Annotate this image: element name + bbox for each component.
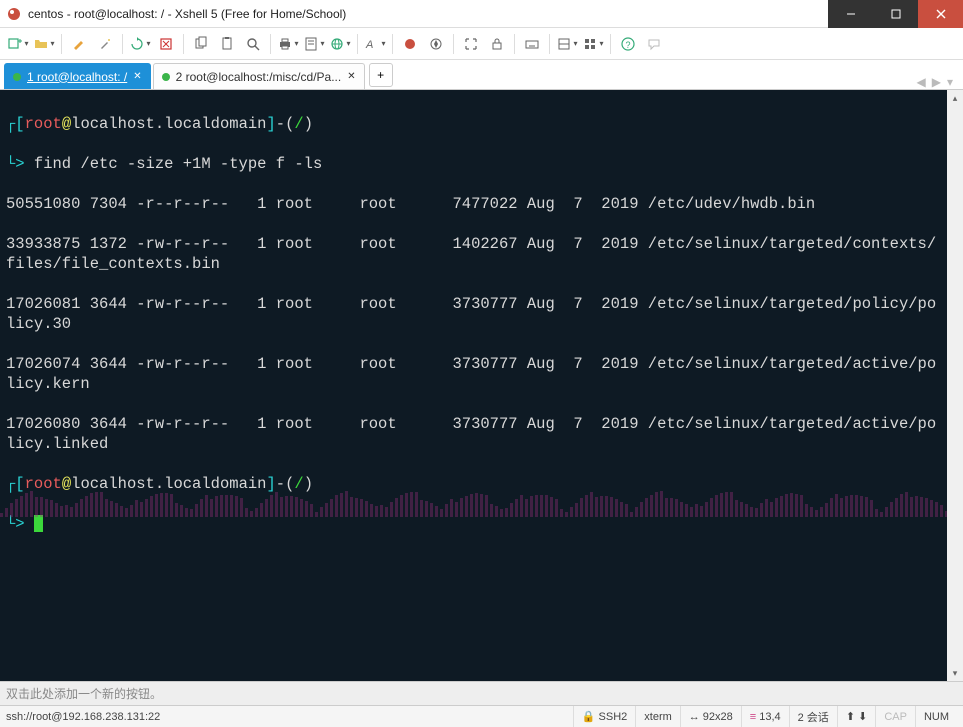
tab-list-icon[interactable]: ▾ [947, 75, 953, 89]
scroll-track[interactable] [947, 106, 963, 665]
output-line: 33933875 1372 -rw-r--r-- 1 root root 140… [6, 234, 941, 274]
lock-button[interactable] [485, 32, 509, 56]
tab-next-icon[interactable]: ▶ [932, 75, 941, 89]
scroll-down-icon[interactable]: ▾ [947, 665, 963, 681]
connection-string: ssh://root@192.168.238.131:22 [6, 711, 160, 723]
prompt-bracket: ] [266, 475, 275, 493]
status-num: NUM [915, 706, 957, 727]
close-button[interactable] [918, 0, 963, 28]
separator [453, 34, 454, 54]
output-line: 17026081 3644 -rw-r--r-- 1 root root 373… [6, 294, 941, 334]
separator [357, 34, 358, 54]
keyboard-button[interactable] [520, 32, 544, 56]
status-dot-icon [13, 73, 21, 81]
quick-button-hint: 双击此处添加一个新的按钮。 [6, 685, 162, 702]
tab-close-icon[interactable]: ✕ [347, 71, 355, 82]
prompt-user: root [25, 115, 62, 133]
separator [183, 34, 184, 54]
prompt-close: ) [304, 475, 313, 493]
window-title: centos - root@localhost: / - Xshell 5 (F… [28, 7, 828, 21]
prompt-at: @ [62, 115, 71, 133]
compass-button[interactable] [424, 32, 448, 56]
main-toolbar: A ? [0, 28, 963, 60]
layout1-button[interactable] [555, 32, 579, 56]
session-tabbar: 1 root@localhost: / ✕ 2 root@localhost:/… [0, 60, 963, 90]
status-proto: 🔒SSH2 [573, 706, 635, 727]
tab-session-2[interactable]: 2 root@localhost:/misc/cd/Pa... ✕ [153, 63, 365, 89]
tab-session-1[interactable]: 1 root@localhost: / ✕ [4, 63, 151, 89]
prompt-dash: -( [276, 115, 295, 133]
svg-text:?: ? [626, 40, 631, 50]
font-button[interactable]: A [363, 32, 387, 56]
open-button[interactable] [32, 32, 56, 56]
status-caps: CAP [875, 706, 915, 727]
status-pos: ≡ 13,4 [741, 706, 789, 727]
tab-label: 2 root@localhost:/misc/cd/Pa... [176, 70, 342, 84]
separator [61, 34, 62, 54]
disconnect-button[interactable] [154, 32, 178, 56]
prompt-user: root [25, 475, 62, 493]
tab-close-icon[interactable]: ✕ [133, 71, 141, 82]
globe-button[interactable] [328, 32, 352, 56]
properties-button[interactable] [302, 32, 326, 56]
prompt-path: / [294, 475, 303, 493]
status-bar: ssh://root@192.168.238.131:22 🔒SSH2 xter… [0, 705, 963, 727]
print-button[interactable] [276, 32, 300, 56]
paste-button[interactable] [215, 32, 239, 56]
tab-nav: ◀ ▶ ▾ [917, 75, 960, 89]
separator [270, 34, 271, 54]
prompt-host: localhost.localdomain [71, 115, 266, 133]
color-button[interactable] [398, 32, 422, 56]
prompt-caret: └> [6, 515, 34, 533]
prompt-path: / [294, 115, 303, 133]
separator [392, 34, 393, 54]
highlight-button[interactable] [67, 32, 91, 56]
wand-button[interactable] [93, 32, 117, 56]
quick-button-bar[interactable]: 双击此处添加一个新的按钮。 [0, 681, 963, 705]
prompt-bracket: ┌[ [6, 115, 25, 133]
status-term: xterm [635, 706, 680, 727]
prompt-at: @ [62, 475, 71, 493]
scroll-up-icon[interactable]: ▴ [947, 90, 963, 106]
separator [549, 34, 550, 54]
new-session-button[interactable] [6, 32, 30, 56]
terminal-scrollbar[interactable]: ▴ ▾ [947, 90, 963, 681]
copy-button[interactable] [189, 32, 213, 56]
status-dot-icon [162, 73, 170, 81]
prompt-caret: └> [6, 155, 34, 173]
output-line: 17026074 3644 -rw-r--r-- 1 root root 373… [6, 354, 941, 394]
new-tab-button[interactable]: + [369, 63, 393, 87]
chat-button[interactable] [642, 32, 666, 56]
window-titlebar: centos - root@localhost: / - Xshell 5 (F… [0, 0, 963, 28]
tab-label: 1 root@localhost: / [27, 70, 127, 84]
separator [514, 34, 515, 54]
prompt-host: localhost.localdomain [71, 475, 266, 493]
reconnect-button[interactable] [128, 32, 152, 56]
maximize-button[interactable] [873, 0, 918, 28]
status-arrows: ⬆ ⬇ [837, 706, 876, 727]
find-button[interactable] [241, 32, 265, 56]
prompt-dash: -( [276, 475, 295, 493]
status-sessions: 2 会话 [789, 706, 837, 727]
separator [122, 34, 123, 54]
prompt-bracket: ┌[ [6, 475, 25, 493]
lock-icon: 🔒 [582, 710, 596, 723]
svg-text:A: A [365, 39, 373, 51]
command-text: find /etc -size +1M -type f -ls [34, 155, 322, 173]
separator [610, 34, 611, 54]
layout2-button[interactable] [581, 32, 605, 56]
tab-prev-icon[interactable]: ◀ [917, 75, 926, 89]
app-icon [6, 6, 22, 22]
prompt-close: ) [304, 115, 313, 133]
output-line: 17026080 3644 -rw-r--r-- 1 root root 373… [6, 414, 941, 454]
help-button[interactable]: ? [616, 32, 640, 56]
status-size: ↔ 92x28 [680, 706, 741, 727]
fullscreen-button[interactable] [459, 32, 483, 56]
minimize-button[interactable] [828, 0, 873, 28]
prompt-bracket: ] [266, 115, 275, 133]
terminal-wrapper: ┌[root@localhost.localdomain]-(/) └> fin… [0, 90, 963, 681]
cursor [34, 515, 43, 532]
terminal[interactable]: ┌[root@localhost.localdomain]-(/) └> fin… [0, 90, 947, 681]
output-line: 50551080 7304 -r--r--r-- 1 root root 747… [6, 194, 941, 214]
